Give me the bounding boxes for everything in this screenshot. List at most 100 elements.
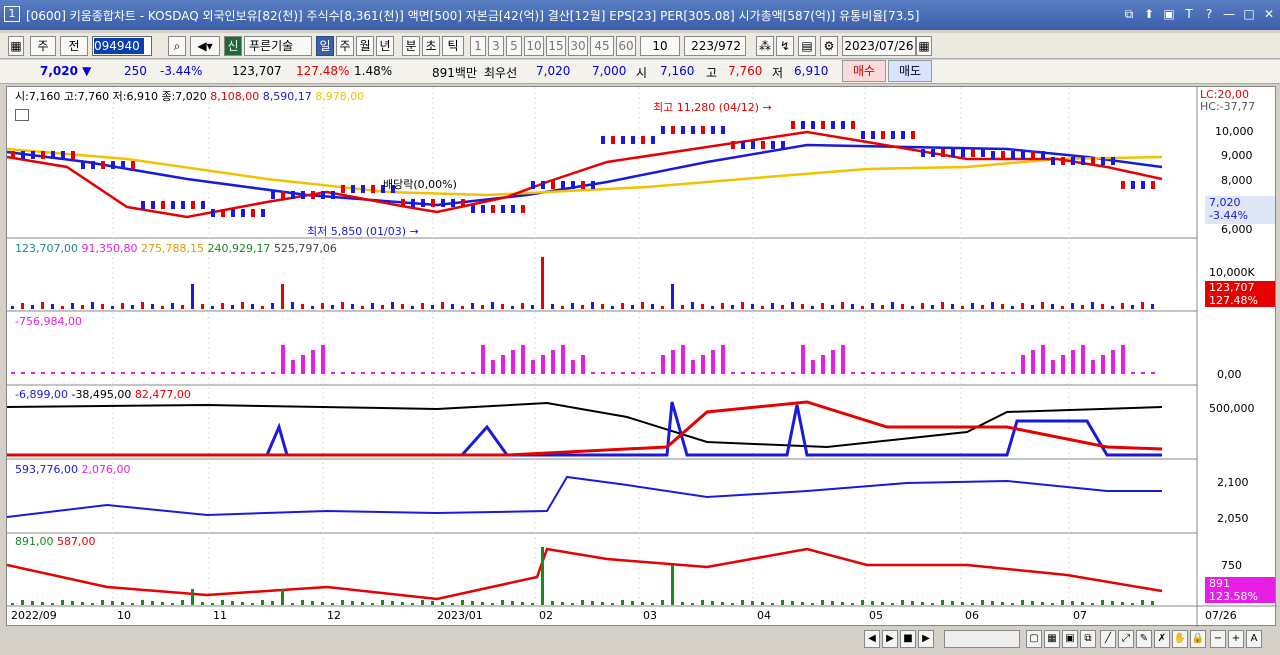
- panel6-bar: [861, 600, 864, 605]
- candle: [1021, 151, 1025, 159]
- volume-bar: [741, 302, 744, 309]
- minimize-icon[interactable]: —: [1222, 6, 1236, 22]
- text-icon[interactable]: T: [1182, 6, 1196, 22]
- interval-30[interactable]: 30: [568, 36, 588, 56]
- eraser-icon[interactable]: ✗: [1154, 630, 1170, 648]
- candle: [31, 151, 35, 159]
- tab-daily[interactable]: 일: [316, 36, 334, 56]
- panel6-bar: [641, 602, 644, 605]
- zoom-slider[interactable]: [944, 630, 1020, 648]
- panel6-bar: [501, 600, 504, 605]
- interval-1[interactable]: 1: [470, 36, 486, 56]
- panel6-bar: [601, 602, 604, 605]
- period-select[interactable]: 주: [30, 36, 56, 56]
- panel6-bar: [471, 601, 474, 605]
- tab-weekly[interactable]: 주: [336, 36, 354, 56]
- panel3-bar: [591, 372, 595, 374]
- panel3-bar: [61, 372, 65, 374]
- volume-bar: [51, 304, 54, 309]
- high-label: 고: [706, 66, 718, 80]
- candle: [61, 151, 65, 159]
- trend-icon[interactable]: ⤢: [1118, 630, 1134, 648]
- layout-icon[interactable]: ▦: [1044, 630, 1060, 648]
- font-size-icon[interactable]: A: [1246, 630, 1262, 648]
- maximize-icon[interactable]: □: [1242, 6, 1256, 22]
- first-icon[interactable]: ◀: [864, 630, 880, 648]
- chart-area[interactable]: 시:7,160 고:7,760 저:6,910 종:7,020 8,108,00…: [6, 86, 1277, 627]
- lock-icon[interactable]: 🔒: [1190, 630, 1206, 648]
- volume: 123,707: [232, 64, 282, 78]
- panel6-bar: [11, 603, 14, 605]
- candle: [891, 131, 895, 139]
- candle: [591, 181, 595, 189]
- volume-bar: [1021, 303, 1024, 309]
- panel6-bar: [671, 565, 674, 605]
- count-select[interactable]: 10: [640, 36, 680, 56]
- panel6-bar: [871, 601, 874, 605]
- tab-yearly[interactable]: 년: [376, 36, 394, 56]
- panel3-bar: [171, 372, 175, 374]
- volume-bar: [1081, 305, 1084, 309]
- panel6-bar: [561, 602, 564, 605]
- line-icon[interactable]: ╱: [1100, 630, 1116, 648]
- volume-bar: [961, 306, 964, 309]
- stock-name: 푸른기술: [244, 36, 312, 56]
- interval-3[interactable]: 3: [488, 36, 504, 56]
- panel3-bar: [841, 345, 845, 374]
- panel3-bar: [231, 372, 235, 374]
- x-tick-label: 07: [1073, 609, 1087, 622]
- panel3-bar: [901, 372, 905, 374]
- hand-icon[interactable]: ✋: [1172, 630, 1188, 648]
- help-icon[interactable]: ?: [1202, 6, 1216, 22]
- calendar-icon[interactable]: ▦: [916, 36, 932, 56]
- stock-code-input[interactable]: 094940: [92, 36, 152, 56]
- window-icon[interactable]: ▣: [1062, 630, 1078, 648]
- prev-select[interactable]: 전: [60, 36, 88, 56]
- volume-bar: [251, 304, 254, 309]
- volume-bar: [561, 306, 564, 309]
- scale-icon[interactable]: ⁂: [756, 36, 774, 56]
- interval-60[interactable]: 60: [616, 36, 636, 56]
- volume-bar: [501, 304, 504, 309]
- buy-button[interactable]: 매수: [842, 60, 886, 82]
- tab-minute[interactable]: 분: [402, 36, 420, 56]
- candle: [971, 149, 975, 157]
- pin-icon[interactable]: ⬆: [1142, 6, 1156, 22]
- interval-45[interactable]: 45: [590, 36, 614, 56]
- interval-5[interactable]: 5: [506, 36, 522, 56]
- next-icon[interactable]: ▶: [882, 630, 898, 648]
- search-icon[interactable]: ⌕: [168, 36, 186, 56]
- zoom-in-icon[interactable]: +: [1228, 630, 1244, 648]
- zoom-icon[interactable]: ↯: [776, 36, 794, 56]
- brush-icon[interactable]: ✎: [1136, 630, 1152, 648]
- stop-icon[interactable]: ■: [900, 630, 916, 648]
- panel-icon[interactable]: ▢: [1026, 630, 1042, 648]
- range-field[interactable]: 223/972: [684, 36, 746, 56]
- interval-15[interactable]: 15: [546, 36, 566, 56]
- date-field[interactable]: 2023/07/26: [842, 36, 916, 56]
- candle: [601, 136, 605, 144]
- chart-svg[interactable]: [7, 87, 1277, 627]
- tab-second[interactable]: 초: [422, 36, 440, 56]
- save-icon[interactable]: ▤: [798, 36, 816, 56]
- copy-icon[interactable]: ⧉: [1080, 630, 1096, 648]
- tab-monthly[interactable]: 월: [356, 36, 374, 56]
- volume-bar: [1091, 302, 1094, 309]
- interval-10[interactable]: 10: [524, 36, 544, 56]
- candle: [521, 205, 525, 213]
- candle: [961, 149, 965, 157]
- sound-icon[interactable]: ◀▾: [190, 36, 220, 56]
- link-icon[interactable]: ⧉: [1122, 6, 1136, 22]
- close-icon[interactable]: ✕: [1262, 6, 1276, 22]
- table-icon[interactable]: [15, 109, 29, 121]
- last-icon[interactable]: ▶: [918, 630, 934, 648]
- gear-icon[interactable]: ⚙: [820, 36, 838, 56]
- candle: [331, 191, 335, 199]
- candle: [201, 201, 205, 209]
- tab-tick[interactable]: 틱: [442, 36, 464, 56]
- turnover: 1.48%: [354, 64, 393, 78]
- grid-icon[interactable]: ▦: [8, 36, 24, 56]
- zoom-out-icon[interactable]: −: [1210, 630, 1226, 648]
- sell-button[interactable]: 매도: [888, 60, 932, 82]
- layout-icon[interactable]: ▣: [1162, 6, 1176, 22]
